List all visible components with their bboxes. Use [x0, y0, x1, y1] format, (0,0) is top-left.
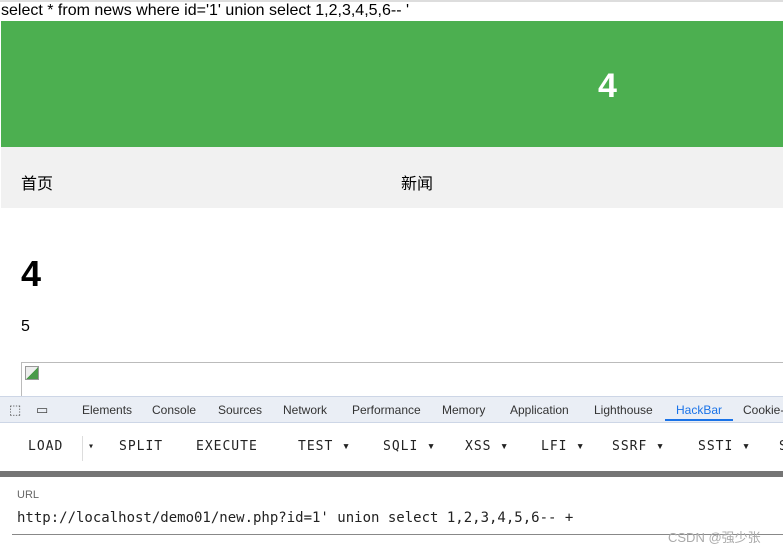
- nav-home[interactable]: 首页: [21, 170, 53, 194]
- watermark: CSDN @强少张: [668, 530, 761, 545]
- article-content: 5: [21, 318, 30, 335]
- tab-console[interactable]: Console: [152, 403, 196, 417]
- tab-network[interactable]: Network: [283, 403, 327, 417]
- divider: [82, 436, 83, 461]
- tab-application[interactable]: Application: [510, 403, 569, 417]
- broken-image-icon: [25, 366, 39, 380]
- execute-button[interactable]: EXECUTE: [196, 439, 258, 454]
- tab-performance[interactable]: Performance: [352, 403, 421, 417]
- nav-bar: 首页 新闻: [1, 147, 783, 208]
- article-heading: 4: [21, 253, 42, 294]
- lfi-menu-button[interactable]: LFI ▾: [541, 439, 585, 454]
- load-dropdown-button[interactable]: ▾: [88, 441, 95, 452]
- ssti-menu-button[interactable]: SSTI ▾: [698, 439, 751, 454]
- hero-banner: 4: [1, 21, 783, 147]
- inspect-icon[interactable]: ⬚: [9, 402, 21, 418]
- tab-cookie[interactable]: Cookie-: [743, 403, 783, 417]
- split-button[interactable]: SPLIT: [119, 439, 163, 454]
- load-button[interactable]: LOAD: [28, 439, 63, 454]
- hero-title: 4: [598, 67, 617, 105]
- active-tab-indicator: [665, 419, 733, 421]
- more-menu-button[interactable]: S: [779, 439, 783, 454]
- device-toolbar-icon[interactable]: ▭: [36, 402, 48, 418]
- tab-lighthouse[interactable]: Lighthouse: [594, 403, 653, 417]
- sql-query-text: select * from news where id='1' union se…: [1, 2, 410, 19]
- tab-elements[interactable]: Elements: [82, 403, 132, 417]
- url-label: URL: [17, 489, 40, 501]
- nav-news[interactable]: 新闻: [401, 170, 433, 194]
- sqli-menu-button[interactable]: SQLI ▾: [383, 439, 436, 454]
- xss-menu-button[interactable]: XSS ▾: [465, 439, 509, 454]
- ssrf-menu-button[interactable]: SSRF ▾: [612, 439, 665, 454]
- test-menu-button[interactable]: TEST ▾: [298, 439, 351, 454]
- tab-hackbar[interactable]: HackBar: [676, 403, 722, 417]
- hackbar-toolbar: LOAD ▾ SPLIT EXECUTE TEST ▾ SQLI ▾ XSS ▾…: [0, 424, 783, 472]
- url-input[interactable]: http://localhost/demo01/new.php?id=1' un…: [17, 510, 573, 526]
- tab-sources[interactable]: Sources: [218, 403, 262, 417]
- tab-memory[interactable]: Memory: [442, 403, 485, 417]
- panel-divider[interactable]: [0, 471, 783, 477]
